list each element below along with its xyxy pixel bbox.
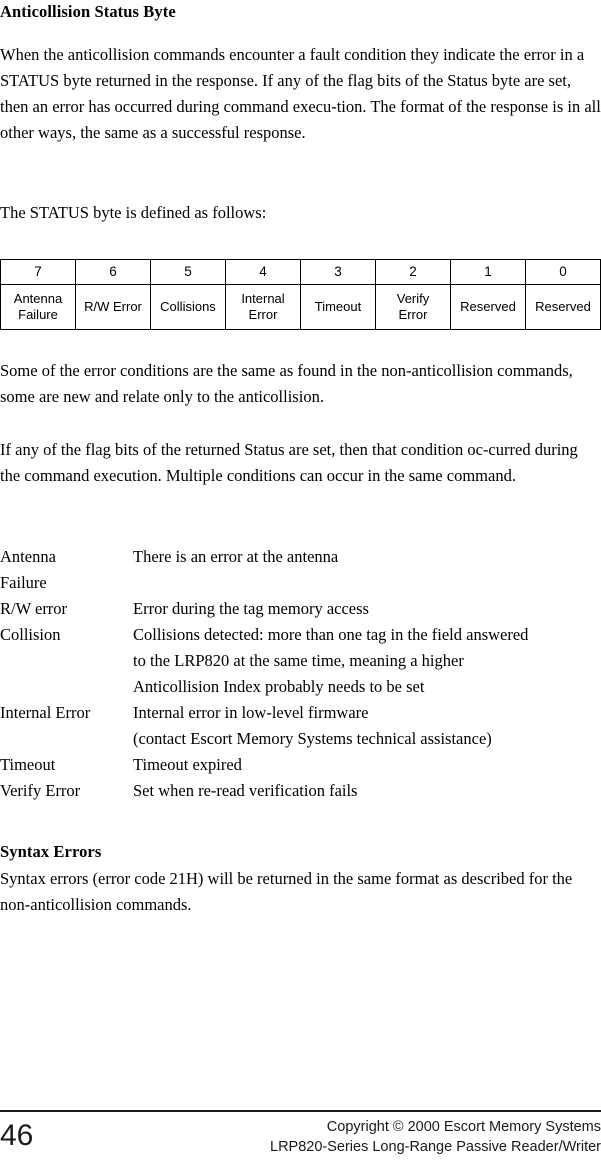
syntax-errors-heading: Syntax Errors (0, 842, 102, 861)
definition-description: Set when re-read verification fails (133, 781, 358, 800)
definition-description: Internal error in low-level firmware (co… (133, 703, 492, 748)
definition-term: R/W error (0, 599, 68, 618)
bit-index-cell: 6 (75, 259, 151, 285)
bit-index-cell: 5 (150, 259, 226, 285)
definition-term: Verify Error (0, 781, 81, 800)
page-number: 46 (0, 1119, 34, 1152)
definition-term: Collision (0, 625, 61, 644)
intro-paragraph: When the anticollision commands encounte… (0, 45, 601, 142)
footer-product: LRP820-Series Long-Range Passive Reader/… (270, 1139, 601, 1155)
bit-name-cell: Timeout (300, 284, 376, 330)
syntax-errors-paragraph: Syntax errors (error code 21H) will be r… (0, 869, 573, 914)
bit-name-cell: Verify Error (375, 284, 451, 330)
bit-name-cell: Antenna Failure (0, 284, 76, 330)
page-title: Anticollision Status Byte (0, 2, 176, 21)
bit-index-cell: 7 (0, 259, 76, 285)
bit-index-cell: 3 (300, 259, 376, 285)
bit-index-cell: 4 (225, 259, 301, 285)
bit-name-cell: R/W Error (75, 284, 151, 330)
error-definition-list: Antenna Failure There is an error at the… (0, 544, 601, 804)
definition-description: Timeout expired (133, 755, 242, 774)
list-item: Verify Error Set when re-read verificati… (0, 778, 601, 804)
definition-description: There is an error at the antenna (133, 547, 339, 566)
bit-name-cell: Reserved (450, 284, 526, 330)
list-item: Antenna Failure There is an error at the… (0, 544, 601, 596)
lead-in-paragraph: The STATUS byte is defined as follows: (0, 203, 267, 222)
status-byte-table: 7 6 5 4 3 2 1 0 Antenna Failure R/W Erro… (0, 259, 601, 330)
footer-text-block: Copyright © 2000 Escort Memory Systems L… (270, 1117, 601, 1157)
definition-description: Error during the tag memory access (133, 599, 369, 618)
list-item: Collision Collisions detected: more than… (0, 622, 601, 700)
list-item: Timeout Timeout expired (0, 752, 601, 778)
bit-name-cell: Internal Error (225, 284, 301, 330)
flag-bits-paragraph: If any of the flag bits of the returned … (0, 440, 578, 485)
status-byte-table-wrapper: 7 6 5 4 3 2 1 0 Antenna Failure R/W Erro… (0, 259, 601, 330)
list-item: Internal Error Internal error in low-lev… (0, 700, 601, 752)
bit-name-cell: Reserved (525, 284, 601, 330)
bit-index-cell: 0 (525, 259, 601, 285)
after-table-paragraph: Some of the error conditions are the sam… (0, 361, 573, 406)
footer-divider (0, 1110, 601, 1112)
definition-description: Collisions detected: more than one tag i… (133, 625, 529, 696)
table-row-bit-names: Antenna Failure R/W Error Collisions Int… (0, 284, 601, 330)
definition-term: Timeout (0, 755, 56, 774)
table-row-bit-indexes: 7 6 5 4 3 2 1 0 (0, 259, 601, 285)
footer-copyright: Copyright © 2000 Escort Memory Systems (326, 1119, 601, 1135)
bit-name-cell: Collisions (150, 284, 226, 330)
bit-index-cell: 1 (450, 259, 526, 285)
list-item: R/W error Error during the tag memory ac… (0, 596, 601, 622)
document-page: Anticollision Status Byte When the antic… (0, 0, 601, 1162)
definition-term: Antenna Failure (0, 547, 56, 592)
definition-term: Internal Error (0, 703, 91, 722)
page-footer: 46 Copyright © 2000 Escort Memory System… (0, 1113, 601, 1162)
bit-index-cell: 2 (375, 259, 451, 285)
